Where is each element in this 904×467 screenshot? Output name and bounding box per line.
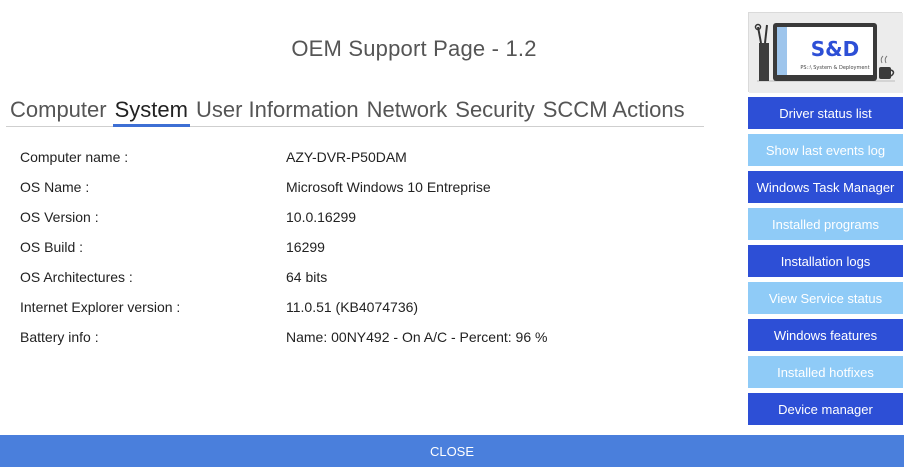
info-label: Computer name : — [20, 149, 129, 165]
info-label: Battery info : — [20, 329, 99, 345]
info-label: Internet Explorer version : — [20, 299, 181, 315]
device-manager-button[interactable]: Device manager — [748, 393, 903, 425]
installation-logs-button[interactable]: Installation logs — [748, 245, 903, 277]
windows-task-manager-button[interactable]: Windows Task Manager — [748, 171, 903, 203]
sd-logo-icon: S&D PS::\ System & Deployment — [749, 13, 903, 93]
info-value: 11.0.51 (KB4074736) — [286, 299, 419, 315]
tab-system[interactable]: System — [111, 98, 192, 127]
info-row-os-architectures: OS Architectures : 64 bits — [20, 262, 700, 292]
sidebar-actions: Driver status list Show last events log … — [748, 97, 903, 430]
info-value: Name: 00NY492 - On A/C - Percent: 96 % — [286, 329, 548, 345]
info-row-os-version: OS Version : 10.0.16299 — [20, 202, 700, 232]
info-row-os-name: OS Name : Microsoft Windows 10 Entrepris… — [20, 172, 700, 202]
info-row-ie-version: Internet Explorer version : 11.0.51 (KB4… — [20, 292, 700, 322]
installed-programs-button[interactable]: Installed programs — [748, 208, 903, 240]
tab-user-information[interactable]: User Information — [192, 98, 363, 126]
info-value: Microsoft Windows 10 Entreprise — [286, 179, 491, 195]
info-value: AZY-DVR-P50DAM — [286, 149, 407, 165]
info-label: OS Architectures : — [20, 269, 133, 285]
info-row-computer-name: Computer name : AZY-DVR-P50DAM — [20, 142, 700, 172]
close-button[interactable]: CLOSE — [0, 435, 904, 467]
tab-computer[interactable]: Computer — [6, 98, 111, 126]
driver-status-list-button[interactable]: Driver status list — [748, 97, 903, 129]
info-value: 16299 — [286, 239, 325, 255]
view-service-status-button[interactable]: View Service status — [748, 282, 903, 314]
page-title: OEM Support Page - 1.2 — [291, 36, 537, 61]
show-last-events-log-button[interactable]: Show last events log — [748, 134, 903, 166]
installed-hotfixes-button[interactable]: Installed hotfixes — [748, 356, 903, 388]
tab-bar: Computer System User Information Network… — [6, 97, 704, 127]
info-value: 10.0.16299 — [286, 209, 357, 225]
info-label: OS Name : — [20, 179, 90, 195]
logo-subtitle: PS::\ System & Deployment — [800, 65, 869, 71]
tab-security[interactable]: Security — [451, 98, 538, 126]
tab-network[interactable]: Network — [363, 98, 452, 126]
windows-features-button[interactable]: Windows features — [748, 319, 903, 351]
tab-sccm-actions[interactable]: SCCM Actions — [539, 98, 689, 126]
info-label: OS Version : — [20, 209, 99, 225]
sd-logo: S&D PS::\ System & Deployment — [748, 12, 903, 93]
system-info-panel: Computer name : AZY-DVR-P50DAM OS Name :… — [20, 142, 700, 352]
info-row-battery: Battery info : Name: 00NY492 - On A/C - … — [20, 322, 700, 352]
info-value: 64 bits — [286, 269, 328, 285]
logo-text: S&D — [811, 37, 859, 61]
info-label: OS Build : — [20, 239, 84, 255]
info-row-os-build: OS Build : 16299 — [20, 232, 700, 262]
